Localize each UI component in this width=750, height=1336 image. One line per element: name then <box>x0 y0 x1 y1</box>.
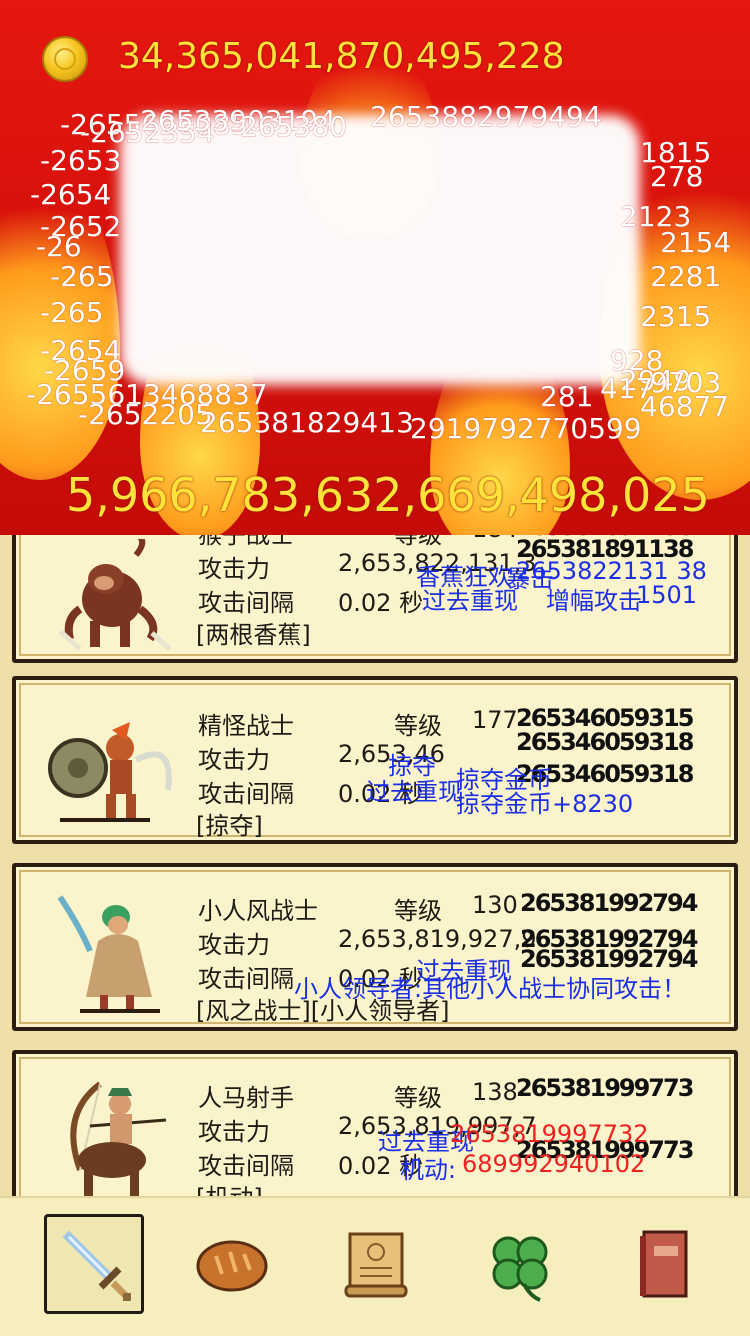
damage-number: 2315 <box>640 300 712 333</box>
effect-text: 1501 <box>636 581 698 609</box>
top-banner: 34,365,041,870,495,228 -2655626085 -26523… <box>0 0 750 535</box>
effect-text: 过去重现 <box>422 587 518 615</box>
scroll-icon <box>344 1232 408 1298</box>
damage-number: -265 <box>50 260 114 293</box>
damage-number: 2919792770599 <box>410 412 642 445</box>
damage-numbers: -2655626085 -2652354 -26533903194 -265380 26… <box>0 100 750 445</box>
damage-number: -265380 <box>230 110 347 143</box>
level-label: 等级 <box>394 897 442 925</box>
goblin-warrior-icon <box>48 722 172 822</box>
effect-text-red: 689992940102 <box>462 1150 646 1178</box>
tab-scroll[interactable] <box>326 1214 426 1314</box>
overlay-number: 265346059318 <box>516 728 694 756</box>
attack-value: 2,653,819,927,9 <box>338 925 537 953</box>
attack-label: 攻击力 <box>198 555 270 583</box>
monkey-warrior-icon <box>58 539 172 651</box>
book-icon <box>640 1230 688 1298</box>
tab-book[interactable] <box>614 1214 714 1314</box>
damage-number: 2281 <box>650 260 722 293</box>
damage-number: 265381829413 <box>200 406 414 439</box>
warrior-name: 猴子战士 <box>198 535 294 549</box>
tab-warriors[interactable] <box>44 1214 144 1314</box>
damage-number: -2654 <box>30 178 112 211</box>
attack-label: 攻击力 <box>198 931 270 959</box>
interval-label: 攻击间隔 <box>198 589 294 617</box>
overlay-number: 265381992794 <box>520 889 698 917</box>
level-value: 184 <box>472 535 518 543</box>
tab-food[interactable] <box>182 1214 282 1314</box>
clover-icon <box>492 1236 548 1302</box>
warrior-name: 人马射手 <box>198 1084 294 1112</box>
attack-label: 攻击力 <box>198 1118 270 1146</box>
effect-text: 增幅攻击 <box>546 587 642 615</box>
effect-text: 机动: <box>400 1156 457 1184</box>
bread-icon <box>196 1240 268 1292</box>
level-value: 130 <box>472 891 518 919</box>
warrior-traits: [掠夺] <box>196 812 263 840</box>
attack-label: 攻击力 <box>198 746 270 774</box>
level-value: 138 <box>472 1078 518 1106</box>
coin-balance: 34,365,041,870,495,228 <box>118 36 565 77</box>
interval-label: 攻击间隔 <box>198 965 294 993</box>
damage-number: -2653 <box>40 144 122 177</box>
effect-text: 小人领导者:其他小人战士协同攻击！ <box>294 975 687 1003</box>
damage-number: -2652205 <box>78 398 213 431</box>
damage-number: -26 <box>36 230 82 263</box>
warrior-name: 精怪战士 <box>198 712 294 740</box>
wind-warrior-icon <box>57 895 160 1013</box>
warrior-card-wind-dwarf[interactable]: 小人风战士 等级 130 攻击力 2,653,819,927,9 攻击间隔 0.… <box>12 863 738 1031</box>
effect-text: 过去重现 <box>366 778 462 806</box>
warrior-card-centaur[interactable]: 人马射手 等级 138 攻击力 2,653,819,997,7 攻击间隔 0.0… <box>12 1050 738 1200</box>
damage-number: 281 <box>540 380 594 413</box>
sword-icon <box>62 1230 131 1301</box>
tab-luck[interactable] <box>470 1214 570 1314</box>
damage-number: 2653882979494 <box>370 100 602 133</box>
effect-text-red: 2653819997732 <box>450 1120 649 1148</box>
level-value: 177 <box>472 706 518 734</box>
level-label: 等级 <box>394 535 442 549</box>
damage-number: 278 <box>650 160 704 193</box>
warrior-name: 小人风战士 <box>198 897 318 925</box>
warrior-list[interactable]: 猴子战士 等级 184 攻击力 2,653,822,131,3 攻击间隔 0.0… <box>0 535 750 1200</box>
warrior-card-monkey[interactable]: 猴子战士 等级 184 攻击力 2,653,822,131,3 攻击间隔 0.0… <box>12 535 738 663</box>
damage-number: 417 <box>600 372 654 405</box>
level-label: 等级 <box>394 1084 442 1112</box>
bottom-tab-bar <box>0 1196 750 1336</box>
interval-label: 攻击间隔 <box>198 780 294 808</box>
level-label: 等级 <box>394 712 442 740</box>
damage-number: 2123 <box>620 200 692 233</box>
effect-text: 掠夺金币+8230 <box>456 790 634 818</box>
centaur-archer-icon <box>70 1081 167 1200</box>
interval-label: 攻击间隔 <box>198 1152 294 1180</box>
interval-value: 0.02 秒 <box>338 589 424 617</box>
damage-number: -265 <box>40 296 104 329</box>
overlay-number: 265381999773 <box>516 1074 694 1102</box>
warrior-traits: [两根香蕉] <box>196 621 311 649</box>
warrior-card-goblin[interactable]: 精怪战士 等级 177 攻击力 2,653,46 攻击间隔 0.02 秒 [掠夺… <box>12 676 738 844</box>
damage-per-second: 5,966,783,632,669,498,025 <box>66 468 710 522</box>
coin-icon <box>42 36 88 82</box>
